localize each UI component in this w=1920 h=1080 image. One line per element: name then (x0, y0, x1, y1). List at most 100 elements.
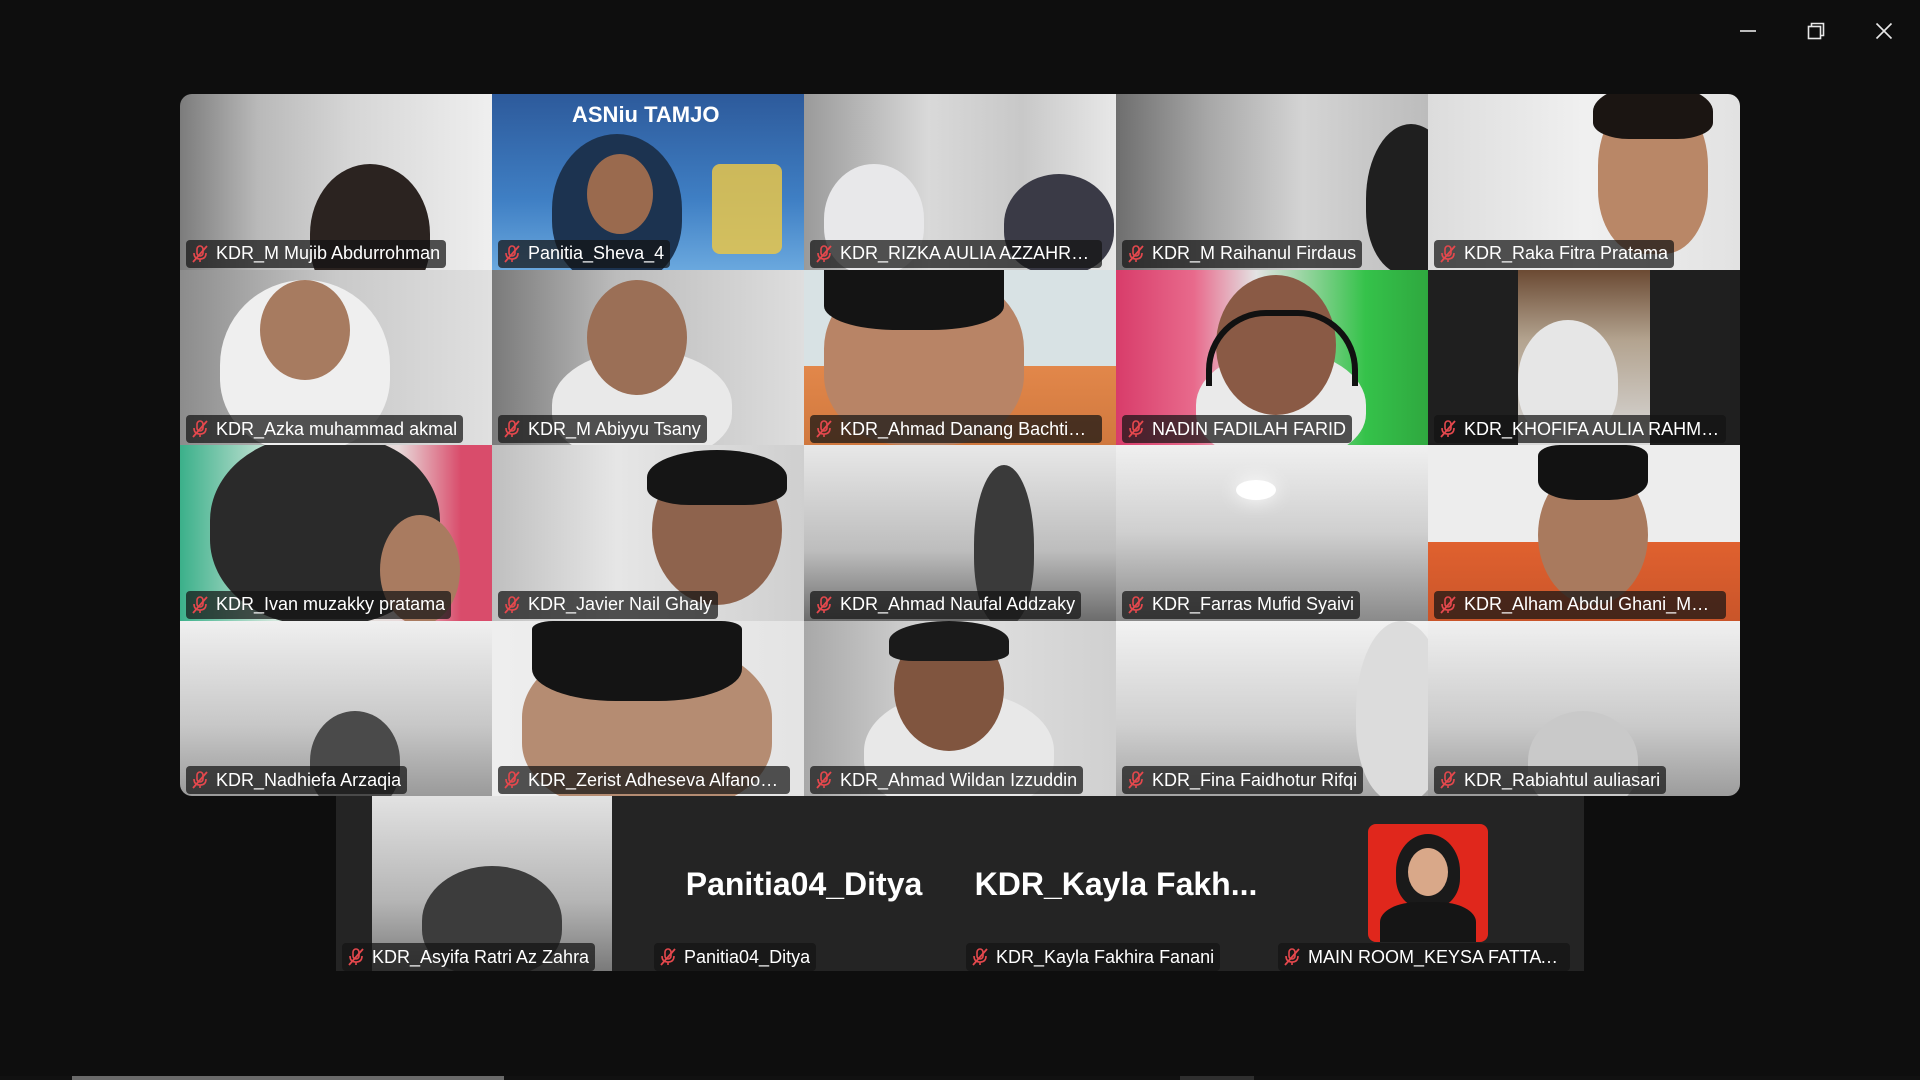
participant-tile[interactable]: KDR_M Abiyyu Tsany (492, 269, 804, 445)
participant-name: NADIN FADILAH FARID (1152, 418, 1347, 439)
participant-display-name: KDR_Kayla Fakh... (974, 866, 1258, 902)
participant-name: KDR_RIZKA AULIA AZZAHROH,... (840, 243, 1096, 263)
participant-tile[interactable]: KDR_Raka Fitra Pratama (1428, 94, 1740, 270)
participant-tile[interactable]: KDR_Nadhiefa Arzaqia (180, 620, 492, 796)
gallery-grid: KDR_M Mujib Abdurrohman ASNiu TAMJO Pani… (180, 94, 1740, 796)
mic-muted-icon (192, 771, 208, 789)
mic-muted-icon (504, 420, 520, 438)
participant-name: KDR_Asyifa Ratri Az Zahra (372, 946, 590, 967)
virtual-background-title: ASNiu TAMJO (572, 102, 720, 127)
mic-muted-icon (192, 420, 208, 438)
close-button[interactable] (1856, 8, 1912, 54)
mic-muted-icon (1440, 244, 1456, 263)
mic-muted-icon (816, 771, 832, 789)
name-tag: KDR_Kayla Fakhira Fanani (966, 943, 1221, 971)
participant-tile-active-speaker[interactable]: KDR_Ahmad Danang Bachtia_... (804, 269, 1116, 445)
window-titlebar (0, 0, 1920, 64)
name-tag: KDR_Fina Faidhotur Rifqi (1122, 766, 1364, 794)
name-tag: KDR_M Abiyyu Tsany (498, 415, 707, 443)
participant-name: Panitia04_Ditya (684, 946, 811, 967)
name-tag: KDR_Alham Abdul Ghani_MAN ... (1434, 590, 1726, 619)
close-icon (1875, 22, 1893, 40)
participant-name: KDR_Azka muhammad akmal (216, 418, 458, 439)
mic-muted-icon (1128, 420, 1144, 438)
participant-name: KDR_Javier Nail Ghaly (528, 594, 713, 614)
mic-muted-icon (1440, 595, 1456, 614)
name-tag: NADIN FADILAH FARID (1122, 415, 1353, 443)
restore-button[interactable] (1788, 8, 1844, 54)
participant-tile[interactable]: KDR_M Raihanul Firdaus (1116, 94, 1428, 270)
participant-name: MAIN ROOM_KEYSA FATTAYA Y (1308, 946, 1564, 967)
participant-tile[interactable]: KDR_Javier Nail Ghaly (492, 445, 804, 621)
mic-muted-icon (816, 244, 832, 263)
mic-muted-icon (816, 595, 832, 614)
participant-name: KDR_Ahmad Wildan Izzuddin (840, 769, 1078, 790)
mic-muted-icon (1128, 771, 1144, 789)
participant-tile[interactable]: KDR_Kayla Fakh... KDR_Kayla Fakhira Fana… (960, 796, 1272, 971)
participant-tile[interactable]: KDR_Ivan muzakky pratama (180, 445, 492, 621)
mic-muted-icon (348, 948, 364, 966)
name-tag: KDR_Nadhiefa Arzaqia (186, 766, 408, 794)
participant-name: KDR_Ahmad Naufal Addzaky (840, 594, 1076, 614)
name-tag: KDR_Ahmad Danang Bachtia_... (810, 415, 1102, 443)
mic-muted-icon (972, 948, 988, 966)
participant-tile[interactable]: MAIN ROOM_KEYSA FATTAYA Y (1272, 796, 1584, 971)
participant-tile[interactable]: KDR_Ahmad Wildan Izzuddin (804, 620, 1116, 796)
mic-muted-icon (192, 595, 208, 614)
name-tag: KDR_Ivan muzakky pratama (186, 590, 452, 619)
name-tag: KDR_Azka muhammad akmal (186, 415, 464, 443)
name-tag: KDR_M Raihanul Firdaus (1122, 239, 1363, 268)
name-tag: Panitia_Sheva_4 (498, 239, 671, 268)
mic-muted-icon (192, 244, 208, 263)
mic-muted-icon (1128, 244, 1144, 263)
restore-icon (1807, 22, 1825, 40)
participant-tile[interactable]: ASNiu TAMJO Panitia_Sheva_4 (492, 94, 804, 270)
participant-tile[interactable]: KDR_Asyifa Ratri Az Zahra (336, 796, 648, 971)
participant-tile[interactable]: KDR_Zerist Adheseva Alfano_M... (492, 620, 804, 796)
name-tag: KDR_Zerist Adheseva Alfano_M... (498, 766, 790, 794)
name-tag: MAIN ROOM_KEYSA FATTAYA Y (1278, 943, 1570, 971)
participant-name: KDR_M Raihanul Firdaus (1152, 243, 1357, 263)
participant-tile[interactable]: KDR_RIZKA AULIA AZZAHROH,... (804, 94, 1116, 270)
participant-tile[interactable]: KDR_KHOFIFA AULIA RAHMAW... (1428, 269, 1740, 445)
participant-tile[interactable]: KDR_Alham Abdul Ghani_MAN ... (1428, 445, 1740, 621)
mic-muted-icon (504, 771, 520, 789)
gallery-bottom-row: KDR_Asyifa Ratri Az Zahra Panitia04_Dity… (336, 796, 1584, 971)
profile-photo (1368, 824, 1488, 942)
participant-name: KDR_Zerist Adheseva Alfano_M... (528, 769, 784, 790)
name-tag: KDR_Ahmad Naufal Addzaky (810, 590, 1082, 619)
name-tag: KDR_KHOFIFA AULIA RAHMAW... (1434, 415, 1726, 443)
participant-tile[interactable]: Panitia04_Ditya Panitia04_Ditya (648, 796, 960, 971)
mic-muted-icon (1128, 595, 1144, 614)
participant-tile[interactable]: KDR_Azka muhammad akmal (180, 269, 492, 445)
mic-muted-icon (504, 244, 520, 263)
scrollbar-thumb[interactable] (72, 1076, 504, 1080)
name-tag: KDR_Ahmad Wildan Izzuddin (810, 766, 1084, 794)
participant-tile[interactable]: KDR_Farras Mufid Syaivi (1116, 445, 1428, 621)
participant-name: KDR_Fina Faidhotur Rifqi (1152, 769, 1358, 790)
scrollbar-marker (1180, 1076, 1254, 1080)
participant-tile[interactable]: KDR_Ahmad Naufal Addzaky (804, 445, 1116, 621)
participant-tile[interactable]: KDR_Rabiahtul auliasari (1428, 620, 1740, 796)
minimize-button[interactable] (1720, 8, 1776, 54)
participant-name: KDR_Kayla Fakhira Fanani (996, 946, 1215, 967)
participant-display-name: Panitia04_Ditya (685, 866, 923, 902)
participant-name: KDR_KHOFIFA AULIA RAHMAW... (1464, 418, 1720, 439)
name-tag: Panitia04_Ditya (654, 943, 817, 971)
participant-name: KDR_Alham Abdul Ghani_MAN ... (1464, 594, 1720, 614)
mic-muted-icon (1440, 771, 1456, 789)
participant-tile[interactable]: KDR_M Mujib Abdurrohman (180, 94, 492, 270)
name-tag: KDR_Javier Nail Ghaly (498, 590, 719, 619)
name-tag: KDR_RIZKA AULIA AZZAHROH,... (810, 239, 1102, 268)
mic-muted-icon (816, 420, 832, 438)
name-tag: KDR_Raka Fitra Pratama (1434, 239, 1675, 268)
name-tag: KDR_Farras Mufid Syaivi (1122, 590, 1361, 619)
participant-tile[interactable]: KDR_Fina Faidhotur Rifqi (1116, 620, 1428, 796)
participant-name: KDR_Ahmad Danang Bachtia_... (840, 418, 1096, 439)
participant-name: KDR_M Abiyyu Tsany (528, 418, 701, 439)
participant-name: KDR_Ivan muzakky pratama (216, 594, 446, 614)
participant-name: KDR_Nadhiefa Arzaqia (216, 769, 402, 790)
participant-tile[interactable]: NADIN FADILAH FARID (1116, 269, 1428, 445)
name-tag: KDR_Asyifa Ratri Az Zahra (342, 943, 596, 971)
name-tag: KDR_M Mujib Abdurrohman (186, 239, 447, 268)
